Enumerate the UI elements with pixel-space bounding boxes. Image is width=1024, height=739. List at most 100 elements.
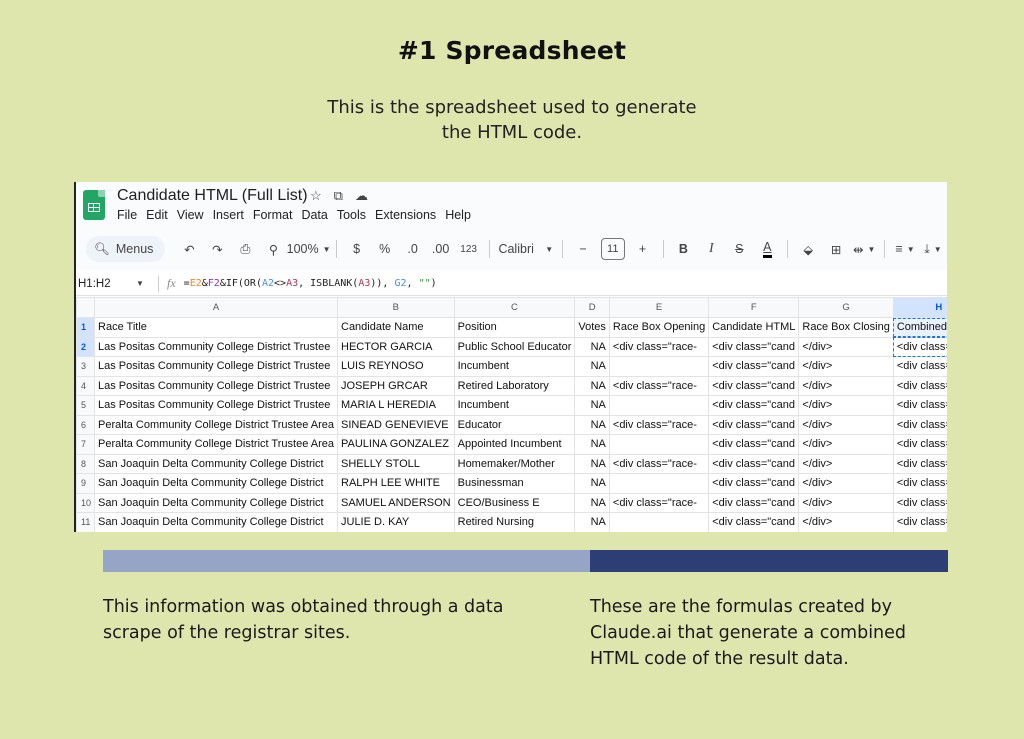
cell-h3[interactable]: <div class="cand <box>892 356 947 377</box>
cell-a3[interactable]: Las Positas Community College District T… <box>94 356 338 377</box>
menu-view[interactable]: View <box>177 208 204 222</box>
row-number[interactable]: 4 <box>76 375 96 396</box>
cell-a4[interactable]: Las Positas Community College District T… <box>94 375 338 396</box>
cell-h5[interactable]: <div class="cand <box>892 395 947 416</box>
column-header-b[interactable]: B <box>337 297 455 318</box>
menu-format[interactable]: Format <box>253 208 293 222</box>
menu-edit[interactable]: Edit <box>146 208 168 222</box>
percent-format-button[interactable]: % <box>374 237 396 261</box>
cell-g6[interactable]: </div> <box>798 414 894 435</box>
cell-g1[interactable]: Race Box Closing <box>798 317 894 338</box>
merge-cells-icon[interactable]: ⇹ ▼ <box>853 237 875 261</box>
document-title[interactable]: Candidate HTML (Full List) <box>117 187 308 205</box>
row-number[interactable]: 5 <box>76 395 96 416</box>
menu-tools[interactable]: Tools <box>337 208 366 222</box>
cell-h4[interactable]: <div class="race- <box>892 375 947 396</box>
cell-d5[interactable]: NA <box>574 395 610 416</box>
google-sheets-logo-icon[interactable] <box>83 190 105 220</box>
column-header-h[interactable]: H <box>892 297 947 318</box>
cell-d9[interactable]: NA <box>574 473 610 494</box>
cell-f1[interactable]: Candidate HTML <box>708 317 800 338</box>
cell-b2[interactable]: HECTOR GARCIA <box>337 336 455 357</box>
cell-e5[interactable] <box>608 395 710 416</box>
bold-button[interactable]: B <box>672 237 694 261</box>
cell-f4[interactable]: <div class="cand <box>708 375 800 396</box>
row-number[interactable]: 2 <box>76 336 96 357</box>
cell-b4[interactable]: JOSEPH GRCAR <box>337 375 455 396</box>
strikethrough-button[interactable]: S <box>728 237 750 261</box>
cell-a10[interactable]: San Joaquin Delta Community College Dist… <box>94 492 338 513</box>
cell-d7[interactable]: NA <box>574 434 610 455</box>
redo-icon[interactable]: ↷ <box>206 237 228 261</box>
cell-a2[interactable]: Las Positas Community College District T… <box>94 336 338 357</box>
column-header-d[interactable]: D <box>574 297 610 318</box>
cell-h11[interactable]: <div class="cand <box>892 512 947 532</box>
cell-c5[interactable]: Incumbent <box>453 395 576 416</box>
vertical-align-icon[interactable]: ⤓ ▼ <box>922 237 944 261</box>
cell-d10[interactable]: NA <box>574 492 610 513</box>
cell-b7[interactable]: PAULINA GONZALEZ <box>337 434 455 455</box>
cell-e10[interactable]: <div class="race- <box>608 492 710 513</box>
row-number[interactable]: 8 <box>76 453 96 474</box>
increase-decimal-button[interactable]: .00 <box>430 237 452 261</box>
cell-b6[interactable]: SINEAD GENEVIEVE <box>337 414 455 435</box>
cell-d3[interactable]: NA <box>574 356 610 377</box>
cell-h9[interactable]: <div class="cand <box>892 473 947 494</box>
cell-c9[interactable]: Businessman <box>453 473 576 494</box>
cell-g8[interactable]: </div> <box>798 453 894 474</box>
select-all-corner[interactable] <box>76 297 96 318</box>
row-number[interactable]: 7 <box>76 434 96 455</box>
cell-a9[interactable]: San Joaquin Delta Community College Dist… <box>94 473 338 494</box>
cell-g2[interactable]: </div> <box>798 336 894 357</box>
cell-c4[interactable]: Retired Laboratory <box>453 375 576 396</box>
row-number[interactable]: 6 <box>76 414 96 435</box>
cell-c2[interactable]: Public School Educator <box>453 336 576 357</box>
cell-f10[interactable]: <div class="cand <box>708 492 800 513</box>
font-size-input[interactable]: 11 <box>600 238 625 260</box>
cell-d4[interactable]: NA <box>574 375 610 396</box>
cell-a7[interactable]: Peralta Community College District Trust… <box>94 434 338 455</box>
cell-e8[interactable]: <div class="race- <box>608 453 710 474</box>
row-number[interactable]: 9 <box>76 473 96 494</box>
cell-c8[interactable]: Homemaker/Mother <box>453 453 576 474</box>
cell-a6[interactable]: Peralta Community College District Trust… <box>94 414 338 435</box>
decrease-font-size-button[interactable]: − <box>572 237 594 261</box>
zoom-select[interactable]: 100% ▼ <box>287 237 331 261</box>
cell-c7[interactable]: Appointed Incumbent <box>453 434 576 455</box>
paint-format-icon[interactable]: ⚲ <box>262 237 284 261</box>
borders-icon[interactable]: ⊞ <box>825 237 847 261</box>
cell-b5[interactable]: MARIA L HEREDIA <box>337 395 455 416</box>
column-header-g[interactable]: G <box>798 297 894 318</box>
cell-d8[interactable]: NA <box>574 453 610 474</box>
increase-font-size-button[interactable]: + <box>632 237 654 261</box>
number-format-button[interactable]: 123 <box>458 237 480 261</box>
cell-e7[interactable] <box>608 434 710 455</box>
move-to-folder-icon[interactable]: ⧉ <box>334 188 343 204</box>
cell-b3[interactable]: LUIS REYNOSO <box>337 356 455 377</box>
cell-b9[interactable]: RALPH LEE WHITE <box>337 473 455 494</box>
cell-f11[interactable]: <div class="cand <box>708 512 800 532</box>
row-number[interactable]: 1 <box>76 317 96 338</box>
cell-b8[interactable]: SHELLY STOLL <box>337 453 455 474</box>
cell-e11[interactable] <box>608 512 710 532</box>
cell-d2[interactable]: NA <box>574 336 610 357</box>
cell-b11[interactable]: JULIE D. KAY <box>337 512 455 532</box>
cell-h1[interactable]: Combined HTML <box>892 317 947 338</box>
italic-button[interactable]: I <box>700 237 722 261</box>
cell-f2[interactable]: <div class="cand <box>708 336 800 357</box>
cell-c10[interactable]: CEO/Business E <box>453 492 576 513</box>
cell-g3[interactable]: </div> <box>798 356 894 377</box>
name-box[interactable]: H1:H2 <box>76 278 136 290</box>
cell-g10[interactable]: </div> <box>798 492 894 513</box>
cell-d1[interactable]: Votes <box>574 317 610 338</box>
undo-icon[interactable]: ↶ <box>178 237 200 261</box>
column-header-a[interactable]: A <box>94 297 338 318</box>
cell-e4[interactable]: <div class="race- <box>608 375 710 396</box>
cell-g4[interactable]: </div> <box>798 375 894 396</box>
cell-d6[interactable]: NA <box>574 414 610 435</box>
cell-f9[interactable]: <div class="cand <box>708 473 800 494</box>
cell-f7[interactable]: <div class="cand <box>708 434 800 455</box>
currency-format-button[interactable]: $ <box>346 237 368 261</box>
menu-insert[interactable]: Insert <box>213 208 244 222</box>
row-number[interactable]: 3 <box>76 356 96 377</box>
